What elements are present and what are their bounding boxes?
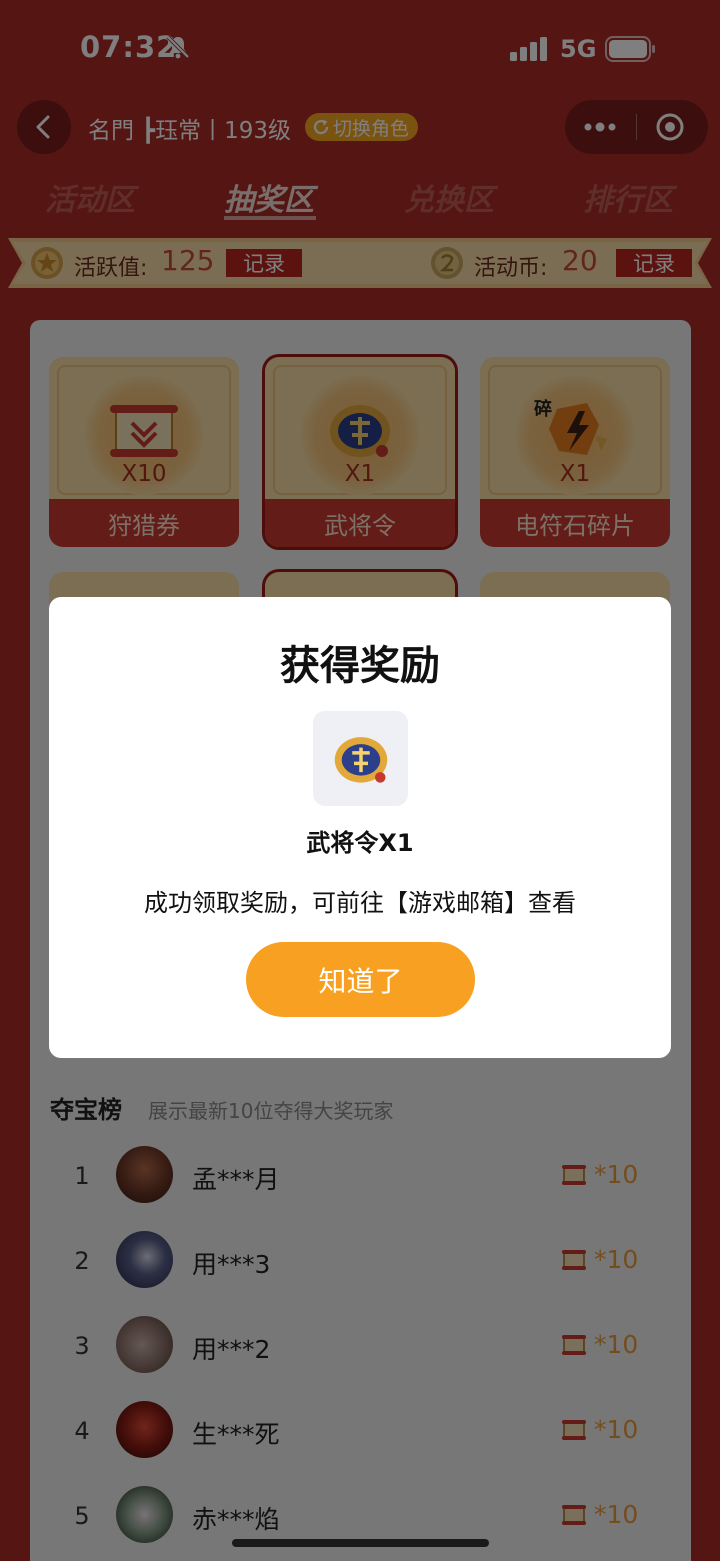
confirm-button[interactable]: 知道了 — [246, 942, 475, 1017]
home-indicator — [232, 1539, 489, 1547]
general-token-icon — [334, 736, 387, 783]
reward-item-name: 武将令X1 — [306, 829, 414, 857]
modal-title: 获得奖励 — [280, 643, 440, 689]
reward-item-thumbnail — [313, 711, 408, 806]
reward-description: 成功领取奖励，可前往【游戏邮箱】查看 — [144, 889, 576, 917]
reward-modal: 获得奖励 武将令X1 成功领取奖励，可前往【游戏邮箱】查看 知道了 — [49, 597, 671, 1058]
